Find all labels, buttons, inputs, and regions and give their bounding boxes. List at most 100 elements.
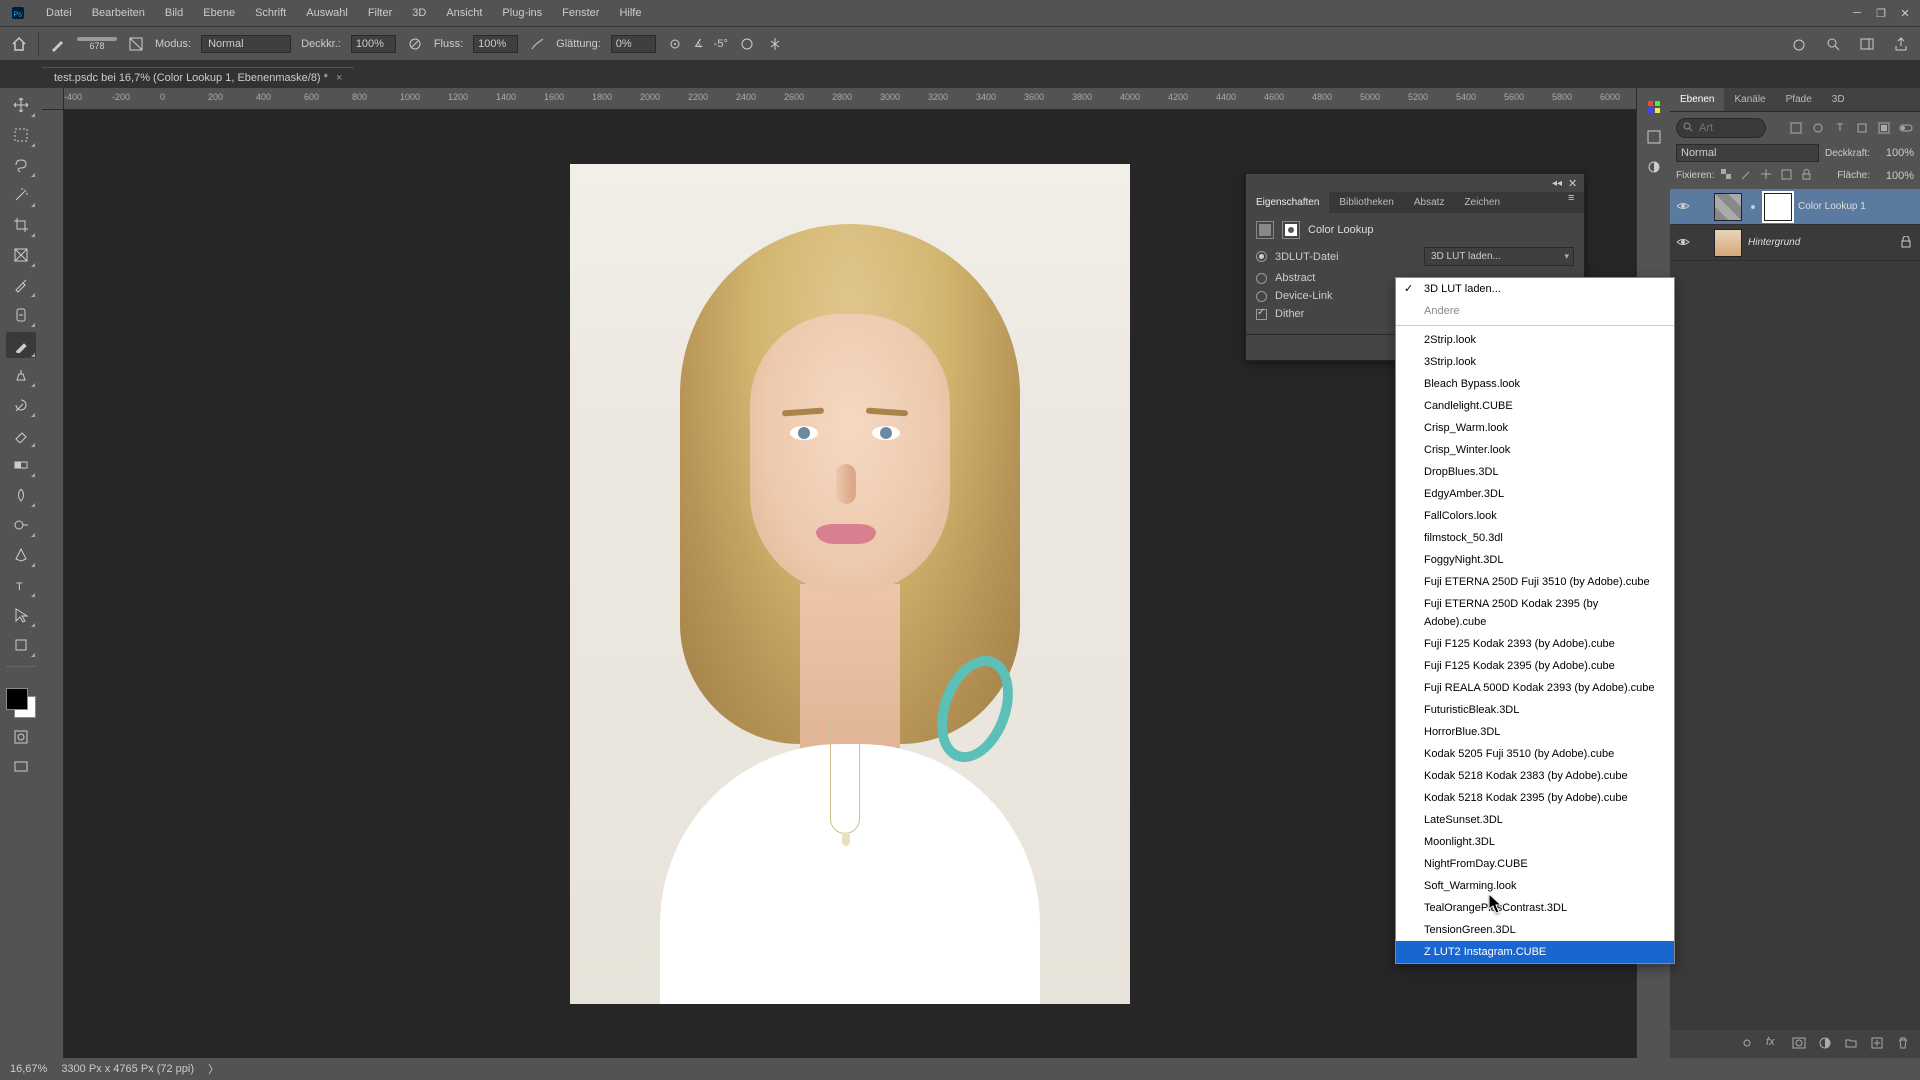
size-pressure-icon[interactable] [738, 35, 756, 53]
paths-tab[interactable]: Pfade [1776, 88, 1822, 111]
lock-artboard-icon[interactable] [1780, 168, 1795, 183]
magic-wand-tool[interactable] [6, 182, 36, 208]
healing-tool[interactable] [6, 302, 36, 328]
foreground-color-swatch[interactable] [6, 688, 28, 710]
angle-value[interactable]: -5° [714, 38, 728, 50]
panel-close-icon[interactable]: ✕ [1568, 177, 1580, 189]
menu-plug-ins[interactable]: Plug-ins [492, 0, 552, 26]
move-tool[interactable] [6, 92, 36, 118]
link-layers-icon[interactable] [1740, 1036, 1756, 1052]
blur-tool[interactable] [6, 482, 36, 508]
vertical-ruler[interactable] [42, 110, 64, 1058]
flow-input[interactable]: 100% [473, 35, 518, 53]
filter-pixel-icon[interactable] [1788, 120, 1804, 136]
lut-option[interactable]: FallColors.look [1396, 505, 1674, 527]
3dlut-dropdown[interactable]: 3D LUT laden... [1424, 247, 1574, 266]
history-brush-tool[interactable] [6, 392, 36, 418]
airbrush-icon[interactable] [528, 35, 546, 53]
shape-tool[interactable] [6, 632, 36, 658]
cloud-docs-icon[interactable] [1790, 35, 1808, 53]
layer-blend-mode-select[interactable]: Normal [1676, 144, 1819, 162]
panel-collapse-icon[interactable]: ◂◂ [1552, 178, 1562, 189]
menu-hilfe[interactable]: Hilfe [609, 0, 651, 26]
layer-mask-thumb[interactable] [1764, 193, 1792, 221]
layer-thumb[interactable] [1714, 229, 1742, 257]
filter-shape-icon[interactable] [1854, 120, 1870, 136]
lut-option[interactable]: Kodak 5218 Kodak 2383 (by Adobe).cube [1396, 765, 1674, 787]
lut-option[interactable]: Fuji REALA 500D Kodak 2393 (by Adobe).cu… [1396, 677, 1674, 699]
marquee-tool[interactable] [6, 122, 36, 148]
quick-mask-icon[interactable] [7, 726, 35, 748]
dodge-tool[interactable] [6, 512, 36, 538]
lock-all-icon[interactable] [1800, 168, 1815, 183]
frame-tool[interactable] [6, 242, 36, 268]
crop-tool[interactable] [6, 212, 36, 238]
filter-type-icon[interactable]: T [1832, 120, 1848, 136]
properties-tab[interactable]: Eigenschaften [1246, 192, 1329, 213]
zoom-level[interactable]: 16,67% [10, 1063, 47, 1075]
lut-option[interactable]: TealOrangePlusContrast.3DL [1396, 897, 1674, 919]
panel-menu-icon[interactable]: ≡ [1568, 192, 1584, 213]
character-tab[interactable]: Zeichen [1454, 192, 1510, 213]
brush-tool[interactable] [6, 332, 36, 358]
abstract-radio[interactable] [1256, 273, 1267, 284]
adjustments-panel-icon[interactable] [1645, 158, 1663, 176]
menu-bild[interactable]: Bild [155, 0, 193, 26]
layer-opacity-value[interactable]: 100% [1876, 147, 1914, 159]
layer-mask-icon[interactable] [1792, 1036, 1808, 1052]
3dlut-radio[interactable] [1256, 251, 1267, 262]
ruler-origin[interactable] [42, 88, 64, 110]
document-tab-close-icon[interactable]: × [336, 72, 342, 84]
lut-option[interactable]: Kodak 5205 Fuji 3510 (by Adobe).cube [1396, 743, 1674, 765]
group-layers-icon[interactable] [1844, 1036, 1860, 1052]
smoothing-settings-icon[interactable] [666, 35, 684, 53]
lut-option[interactable]: FoggyNight.3DL [1396, 549, 1674, 571]
menu-filter[interactable]: Filter [358, 0, 402, 26]
color-panel-icon[interactable] [1645, 98, 1663, 116]
layer-row[interactable]: Color Lookup 1 [1670, 189, 1920, 225]
lut-option[interactable]: Crisp_Warm.look [1396, 417, 1674, 439]
smoothing-input[interactable]: 0% [611, 35, 656, 53]
status-info-chevron-icon[interactable]: 〉 [208, 1061, 219, 1077]
new-layer-icon[interactable] [1870, 1036, 1886, 1052]
swatches-panel-icon[interactable] [1645, 128, 1663, 146]
menu-auswahl[interactable]: Auswahl [296, 0, 358, 26]
lut-option[interactable]: Fuji ETERNA 250D Kodak 2395 (by Adobe).c… [1396, 593, 1674, 633]
fill-value[interactable]: 100% [1876, 170, 1914, 182]
delete-layer-icon[interactable] [1896, 1036, 1912, 1052]
devicelink-radio[interactable] [1256, 291, 1267, 302]
lut-option[interactable]: FuturisticBleak.3DL [1396, 699, 1674, 721]
layer-visibility-icon[interactable] [1676, 199, 1692, 215]
document-tab[interactable]: test.psdc bei 16,7% (Color Lookup 1, Ebe… [42, 67, 354, 88]
gradient-tool[interactable] [6, 452, 36, 478]
filter-adjust-icon[interactable] [1810, 120, 1826, 136]
filter-toggle-icon[interactable] [1898, 120, 1914, 136]
menu-ebene[interactable]: Ebene [193, 0, 245, 26]
lut-option-load[interactable]: 3D LUT laden... [1396, 278, 1674, 300]
document-image[interactable] [570, 164, 1130, 1004]
opacity-input[interactable]: 100% [351, 35, 396, 53]
lock-pixels-icon[interactable] [1740, 168, 1755, 183]
layers-tab[interactable]: Ebenen [1670, 88, 1724, 111]
menu-bearbeiten[interactable]: Bearbeiten [82, 0, 155, 26]
menu-ansicht[interactable]: Ansicht [436, 0, 492, 26]
blend-mode-select[interactable]: Normal [201, 35, 291, 53]
color-swatch[interactable] [6, 688, 36, 718]
lut-option[interactable]: Soft_Warming.look [1396, 875, 1674, 897]
workspace-icon[interactable] [1858, 35, 1876, 53]
lut-option[interactable]: 3Strip.look [1396, 351, 1674, 373]
lut-option[interactable]: Crisp_Winter.look [1396, 439, 1674, 461]
adjustment-layer-icon[interactable] [1818, 1036, 1834, 1052]
lut-option[interactable]: Candlelight.CUBE [1396, 395, 1674, 417]
horizontal-ruler[interactable]: -400-20002004006008001000120014001600180… [64, 88, 1636, 110]
lut-option[interactable]: filmstock_50.3dl [1396, 527, 1674, 549]
lut-option[interactable]: Fuji F125 Kodak 2393 (by Adobe).cube [1396, 633, 1674, 655]
menu-fenster[interactable]: Fenster [552, 0, 609, 26]
lut-option[interactable]: DropBlues.3DL [1396, 461, 1674, 483]
layer-thumb[interactable] [1714, 193, 1742, 221]
lut-option[interactable]: Moonlight.3DL [1396, 831, 1674, 853]
opacity-pressure-icon[interactable] [406, 35, 424, 53]
lut-option-other[interactable]: Andere [1396, 300, 1674, 322]
clone-stamp-tool[interactable] [6, 362, 36, 388]
lock-position-icon[interactable] [1760, 168, 1775, 183]
